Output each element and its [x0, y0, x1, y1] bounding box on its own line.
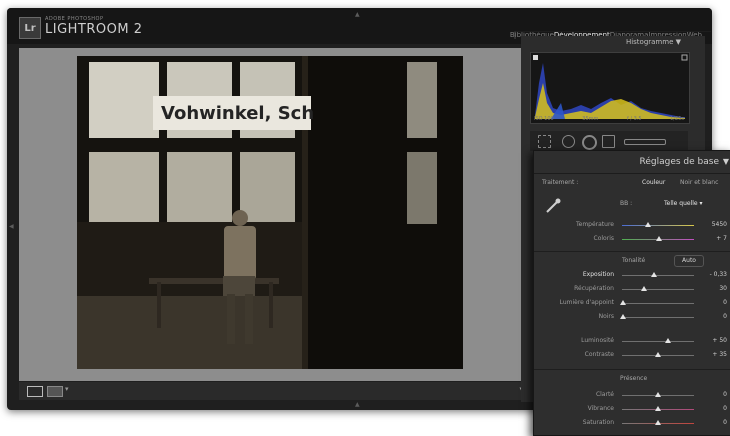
- module-separator: |: [513, 31, 711, 39]
- treatment-color-option[interactable]: Couleur: [642, 179, 665, 186]
- brightness-value[interactable]: + 50: [697, 337, 727, 344]
- tool-strip: [530, 131, 688, 151]
- wb-dropdown[interactable]: Telle quelle ▾: [664, 200, 703, 207]
- presence-label: Présence: [620, 375, 648, 382]
- saturation-value[interactable]: 0: [697, 419, 727, 426]
- shutter-info: 1/25s: [670, 116, 684, 122]
- recovery-label: Récupération: [574, 285, 614, 292]
- aperture-info: f / 3.5: [626, 116, 642, 122]
- histogram: [530, 52, 690, 124]
- filmstrip-toolbar: ▾ ▾: [19, 382, 527, 400]
- contrast-value[interactable]: + 35: [697, 351, 727, 358]
- vibrance-value[interactable]: 0: [697, 405, 727, 412]
- auto-button[interactable]: Auto: [674, 255, 704, 267]
- spot-removal-icon[interactable]: [562, 135, 575, 148]
- saturation-thumb[interactable]: [655, 420, 661, 425]
- fill-light-track[interactable]: [622, 303, 694, 304]
- brightness-track[interactable]: [622, 341, 694, 342]
- loupe-view-icon[interactable]: [27, 386, 43, 397]
- photo-image: Vohwinkel, Sch: [77, 56, 463, 369]
- brand-title: LIGHTROOM 2: [45, 22, 143, 37]
- eyedropper-icon[interactable]: [544, 197, 562, 215]
- iso-info: ISO 100: [534, 116, 554, 122]
- divider: [534, 369, 730, 370]
- focal-info: 35mm: [582, 116, 599, 122]
- wb-label: BB :: [620, 200, 633, 207]
- temperature-track[interactable]: [622, 225, 694, 226]
- tone-label: Tonalité: [622, 257, 646, 264]
- blacks-track[interactable]: [622, 317, 694, 318]
- crop-tool-icon[interactable]: [538, 135, 551, 148]
- recovery-track[interactable]: [622, 289, 694, 290]
- brightness-label: Luminosité: [581, 337, 614, 344]
- vibrance-thumb[interactable]: [655, 406, 661, 411]
- clarity-value[interactable]: 0: [697, 391, 727, 398]
- divider: [534, 251, 730, 252]
- tint-thumb[interactable]: [656, 236, 662, 241]
- brightness-thumb[interactable]: [665, 338, 671, 343]
- station-sign: Vohwinkel, Sch: [161, 103, 314, 124]
- treatment-bw-option[interactable]: Noir et blanc: [680, 179, 718, 186]
- temperature-value[interactable]: 5450: [697, 221, 727, 228]
- lightroom-logo-icon: Lr: [19, 17, 41, 39]
- vibrance-label: Vibrance: [587, 405, 614, 412]
- clarity-label: Clarté: [595, 391, 614, 398]
- collapse-left-arrow-icon[interactable]: ◀: [9, 223, 14, 230]
- collapse-bottom-arrow-icon[interactable]: ▲: [355, 401, 360, 408]
- treatment-label: Traitement :: [542, 179, 579, 186]
- basic-settings-panel: Réglages de base ▼ Traitement : Couleur …: [533, 150, 730, 436]
- histogram-info: ISO 100 35mm f / 3.5 1/25s: [530, 116, 688, 125]
- panel-title: Réglages de base: [639, 157, 719, 167]
- chevron-down-icon[interactable]: ▾: [65, 385, 69, 393]
- exposure-value[interactable]: - 0,33: [697, 271, 727, 278]
- contrast-label: Contraste: [584, 351, 614, 358]
- fill-light-value[interactable]: 0: [697, 299, 727, 306]
- fill-light-thumb[interactable]: [620, 300, 626, 305]
- temperature-thumb[interactable]: [645, 222, 651, 227]
- blacks-label: Noirs: [598, 313, 614, 320]
- exposure-track[interactable]: [622, 275, 694, 276]
- clarity-thumb[interactable]: [655, 392, 661, 397]
- saturation-label: Saturation: [582, 419, 614, 426]
- exposure-label: Exposition: [582, 271, 614, 278]
- fill-light-label: Lumière d'appoint: [559, 299, 614, 306]
- compare-view-icon[interactable]: [47, 386, 63, 397]
- blacks-value[interactable]: 0: [697, 313, 727, 320]
- gradient-filter-icon[interactable]: [602, 135, 615, 148]
- histogram-graph: [533, 54, 688, 119]
- adjustment-brush-icon[interactable]: [624, 139, 666, 145]
- collapse-top-arrow-icon[interactable]: ▲: [355, 11, 360, 18]
- tint-label: Coloris: [593, 235, 614, 242]
- photo-preview[interactable]: Vohwinkel, Sch: [77, 56, 463, 369]
- exposure-thumb[interactable]: [651, 272, 657, 277]
- tint-value[interactable]: + 7: [697, 235, 727, 242]
- temperature-label: Température: [575, 221, 614, 228]
- blacks-thumb[interactable]: [620, 314, 626, 319]
- collapse-triangle-icon[interactable]: ▼: [723, 157, 729, 166]
- histogram-title[interactable]: Histogramme ▼: [521, 36, 681, 49]
- panel-header[interactable]: Réglages de base ▼: [534, 151, 730, 174]
- contrast-thumb[interactable]: [655, 352, 661, 357]
- recovery-value[interactable]: 30: [697, 285, 727, 292]
- red-eye-icon[interactable]: [582, 135, 597, 150]
- recovery-thumb[interactable]: [641, 286, 647, 291]
